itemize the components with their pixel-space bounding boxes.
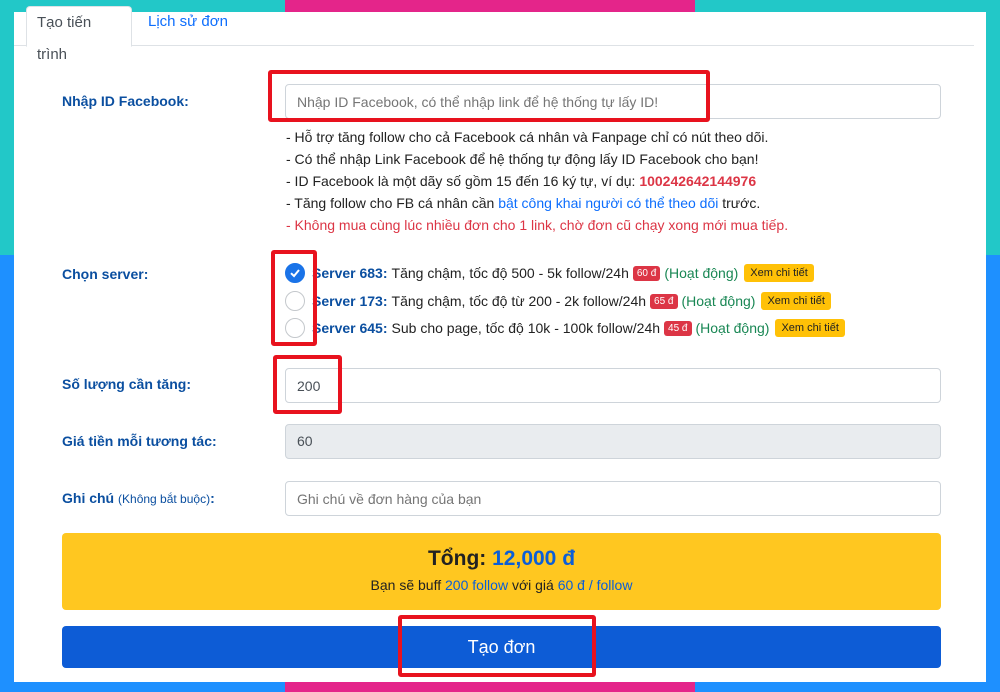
note-line-4: - Tăng follow cho FB cá nhân cần bật côn… xyxy=(286,195,761,211)
radio-unchecked-icon[interactable] xyxy=(285,318,305,338)
quantity-input[interactable] xyxy=(285,368,941,403)
tab-bar: Tạo tiến trình Lịch sử đơn xyxy=(14,0,974,63)
status-text: (Hoạt động) xyxy=(664,265,739,281)
total-amount: 12,000 đ xyxy=(492,547,576,570)
tab-order-history[interactable]: Lịch sử đơn xyxy=(138,6,238,46)
note-line-1: - Hỗ trợ tăng follow cho cả Facebook cá … xyxy=(286,129,769,145)
server-option-173[interactable]: Server 173: Tăng chậm, tốc độ từ 200 - 2… xyxy=(285,289,831,313)
note-line-3: - ID Facebook là một dãy số gồm 15 đến 1… xyxy=(286,173,757,189)
server-label: Chọn server: xyxy=(62,266,149,282)
example-id: 100242642144976 xyxy=(639,173,757,189)
status-text: (Hoạt động) xyxy=(695,320,770,336)
radio-checked-icon[interactable] xyxy=(285,263,305,283)
view-detail-button[interactable]: Xem chi tiết xyxy=(775,319,845,337)
unit-price-field: 60 xyxy=(285,424,941,459)
public-follow-link[interactable]: bật công khai người có thể theo dõi xyxy=(498,195,718,211)
facebook-id-input[interactable] xyxy=(285,84,941,119)
total-summary: Bạn sẽ buff 200 follow với giá 60 đ / fo… xyxy=(370,577,633,593)
total-box: Tổng: 12,000 đ Bạn sẽ buff 200 follow vớ… xyxy=(62,533,941,610)
server-option-645[interactable]: Server 645: Sub cho page, tốc độ 10k - 1… xyxy=(285,316,845,340)
status-text: (Hoạt động) xyxy=(681,293,756,309)
price-badge: 60 đ xyxy=(632,265,661,281)
quantity-label: Số lượng cần tăng: xyxy=(62,376,191,392)
note-line-2: - Có thể nhập Link Facebook để hệ thống … xyxy=(286,151,759,167)
view-detail-button[interactable]: Xem chi tiết xyxy=(761,292,831,310)
note-label: Ghi chú (Không bắt buộc): xyxy=(62,490,215,506)
radio-unchecked-icon[interactable] xyxy=(285,291,305,311)
facebook-id-label: Nhập ID Facebook: xyxy=(62,93,189,109)
create-order-button[interactable]: Tạo đơn xyxy=(62,626,941,668)
tab-create-process[interactable]: Tạo tiến trình xyxy=(26,6,132,63)
price-badge: 45 đ xyxy=(664,320,692,336)
price-badge: 65 đ xyxy=(650,293,678,309)
facebook-id-notes: - Hỗ trợ tăng follow cho cả Facebook cá … xyxy=(286,126,788,236)
server-option-683[interactable]: Server 683: Tăng chậm, tốc độ 500 - 5k f… xyxy=(285,261,814,285)
note-line-5: - Không mua cùng lúc nhiều đơn cho 1 lin… xyxy=(286,217,789,233)
note-input[interactable] xyxy=(285,481,941,516)
total-line: Tổng: 12,000 đ xyxy=(427,547,576,570)
view-detail-button[interactable]: Xem chi tiết xyxy=(744,264,814,282)
unit-price-label: Giá tiền mỗi tương tác: xyxy=(62,433,217,449)
